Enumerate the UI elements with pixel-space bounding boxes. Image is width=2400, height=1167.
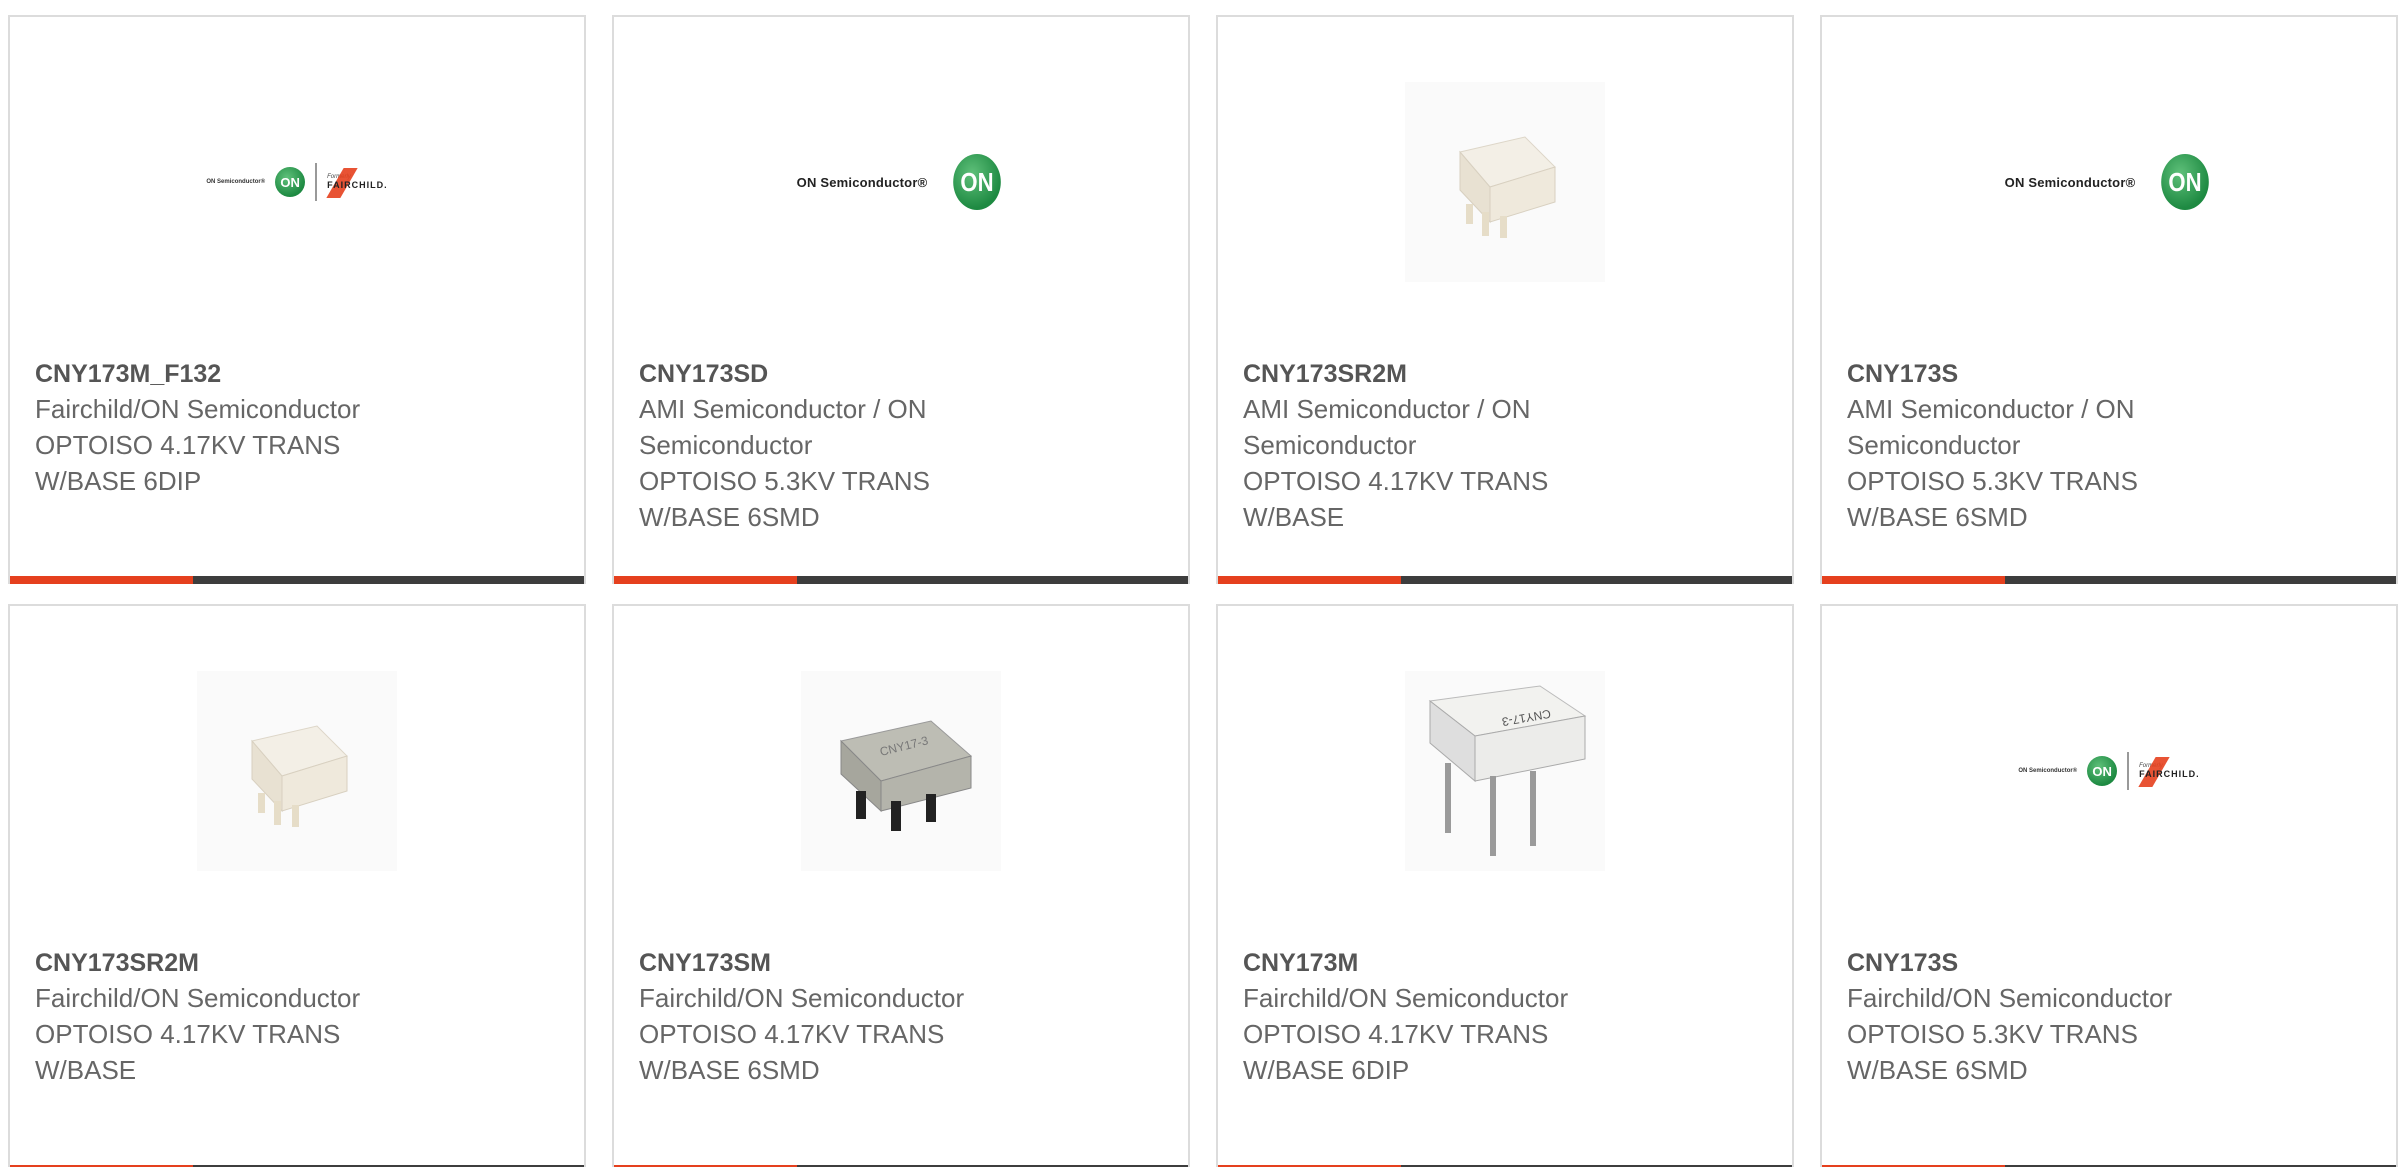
product-info: CNY173S Fairchild/ON Semiconductor OPTOI… xyxy=(1847,946,2376,1088)
part-number[interactable]: CNY173S xyxy=(1847,357,2376,391)
description-line: W/BASE 6SMD xyxy=(639,502,820,532)
gray-smd-chip-image: CNY17-3 xyxy=(801,671,1001,871)
description-line: W/BASE 6SMD xyxy=(639,1055,820,1085)
card-bar-accent xyxy=(614,576,797,584)
product-info: CNY173SM Fairchild/ON Semiconductor OPTO… xyxy=(639,946,1168,1088)
white-smd-chip-image xyxy=(197,671,397,871)
part-number[interactable]: CNY173M_F132 xyxy=(35,357,564,391)
card-bar xyxy=(1822,576,2396,584)
part-number[interactable]: CNY173SR2M xyxy=(1243,357,1772,391)
product-image: ON Semiconductor® ON Formerly FAIRCHILD. xyxy=(10,67,584,297)
on-badge-icon: ON xyxy=(275,167,306,197)
manufacturer: Fairchild/ON Semiconductor xyxy=(639,983,965,1013)
description-line: OPTOISO 5.3KV TRANS xyxy=(1847,466,2138,496)
product-info: CNY173M_F132 Fairchild/ON Semiconductor … xyxy=(35,357,564,499)
white-smd-chip-image xyxy=(1405,82,1605,282)
product-card[interactable]: ON Semiconductor® ON CNY173S AMI Semicon… xyxy=(1820,15,2398,584)
card-bar xyxy=(10,576,584,584)
product-info: CNY173S AMI Semiconductor / ON Semicondu… xyxy=(1847,357,2376,535)
product-card[interactable]: CNY173SR2M AMI Semiconductor / ON Semico… xyxy=(1216,15,1794,584)
on-fairchild-logo: ON Semiconductor® ON Formerly FAIRCHILD. xyxy=(2018,752,2199,790)
on-fairchild-logo: ON Semiconductor® ON Formerly FAIRCHILD. xyxy=(206,163,387,201)
white-dip-chip-image: CNY17-3 xyxy=(1405,671,1605,871)
description-line: OPTOISO 4.17KV TRANS xyxy=(639,1019,945,1049)
product-image: ON Semiconductor® ON xyxy=(614,67,1188,297)
on-badge-icon: ON xyxy=(953,154,1002,210)
description-line: W/BASE xyxy=(1243,502,1345,532)
description-line: W/BASE 6SMD xyxy=(1847,1055,2028,1085)
product-card[interactable]: CNY17-3 CNY173M Fairchild/ON Semiconduct… xyxy=(1216,604,1794,1167)
description-line: W/BASE 6DIP xyxy=(35,466,202,496)
manufacturer: AMI Semiconductor / ON xyxy=(1847,394,2135,424)
product-info: CNY173SR2M AMI Semiconductor / ON Semico… xyxy=(1243,357,1772,535)
on-badge-icon: ON xyxy=(2087,756,2118,786)
product-image: CNY17-3 xyxy=(614,656,1188,886)
on-semiconductor-logo: ON Semiconductor® ON xyxy=(2005,154,2214,210)
product-info: CNY173M Fairchild/ON Semiconductor OPTOI… xyxy=(1243,946,1772,1088)
product-card[interactable]: CNY17-3 CNY173SM Fairchild/ON Semiconduc… xyxy=(612,604,1190,1167)
description-line: W/BASE 6SMD xyxy=(1847,502,2028,532)
description-line: W/BASE 6DIP xyxy=(1243,1055,1410,1085)
manufacturer: Semiconductor xyxy=(1243,430,1417,460)
product-card[interactable]: ON Semiconductor® ON Formerly FAIRCHILD.… xyxy=(8,15,586,584)
product-image: CNY17-3 xyxy=(1218,656,1792,886)
manufacturer: Fairchild/ON Semiconductor xyxy=(35,394,361,424)
description-line: OPTOISO 4.17KV TRANS xyxy=(35,430,341,460)
description-line: OPTOISO 4.17KV TRANS xyxy=(35,1019,341,1049)
product-info: CNY173SD AMI Semiconductor / ON Semicond… xyxy=(639,357,1168,535)
product-card[interactable]: CNY173SR2M Fairchild/ON Semiconductor OP… xyxy=(8,604,586,1167)
description-line: OPTOISO 4.17KV TRANS xyxy=(1243,1019,1549,1049)
product-grid: ON Semiconductor® ON Formerly FAIRCHILD.… xyxy=(8,15,2398,1167)
manufacturer: Fairchild/ON Semiconductor xyxy=(1847,983,2173,1013)
description-line: OPTOISO 5.3KV TRANS xyxy=(639,466,930,496)
manufacturer: Semiconductor xyxy=(639,430,813,460)
manufacturer: Fairchild/ON Semiconductor xyxy=(35,983,361,1013)
description-line: OPTOISO 5.3KV TRANS xyxy=(1847,1019,2138,1049)
manufacturer: AMI Semiconductor / ON xyxy=(1243,394,1531,424)
card-bar-accent xyxy=(10,576,193,584)
manufacturer: Semiconductor xyxy=(1847,430,2021,460)
part-number[interactable]: CNY173M xyxy=(1243,946,1772,980)
part-number[interactable]: CNY173SD xyxy=(639,357,1168,391)
card-bar-accent xyxy=(1218,576,1401,584)
manufacturer: AMI Semiconductor / ON xyxy=(639,394,927,424)
on-semiconductor-logo: ON Semiconductor® ON xyxy=(797,154,1006,210)
product-card[interactable]: ON Semiconductor® ON CNY173SD AMI Semico… xyxy=(612,15,1190,584)
product-info: CNY173SR2M Fairchild/ON Semiconductor OP… xyxy=(35,946,564,1088)
product-image xyxy=(10,656,584,886)
card-bar xyxy=(614,576,1188,584)
part-number[interactable]: CNY173SR2M xyxy=(35,946,564,980)
part-number[interactable]: CNY173S xyxy=(1847,946,2376,980)
card-bar xyxy=(1218,576,1792,584)
on-badge-icon: ON xyxy=(2161,154,2210,210)
product-card[interactable]: ON Semiconductor® ON Formerly FAIRCHILD.… xyxy=(1820,604,2398,1167)
description-line: OPTOISO 4.17KV TRANS xyxy=(1243,466,1549,496)
part-number[interactable]: CNY173SM xyxy=(639,946,1168,980)
product-image xyxy=(1218,67,1792,297)
product-image: ON Semiconductor® ON Formerly FAIRCHILD. xyxy=(1822,656,2396,886)
manufacturer: Fairchild/ON Semiconductor xyxy=(1243,983,1569,1013)
card-bar-accent xyxy=(1822,576,2005,584)
product-image: ON Semiconductor® ON xyxy=(1822,67,2396,297)
description-line: W/BASE xyxy=(35,1055,137,1085)
